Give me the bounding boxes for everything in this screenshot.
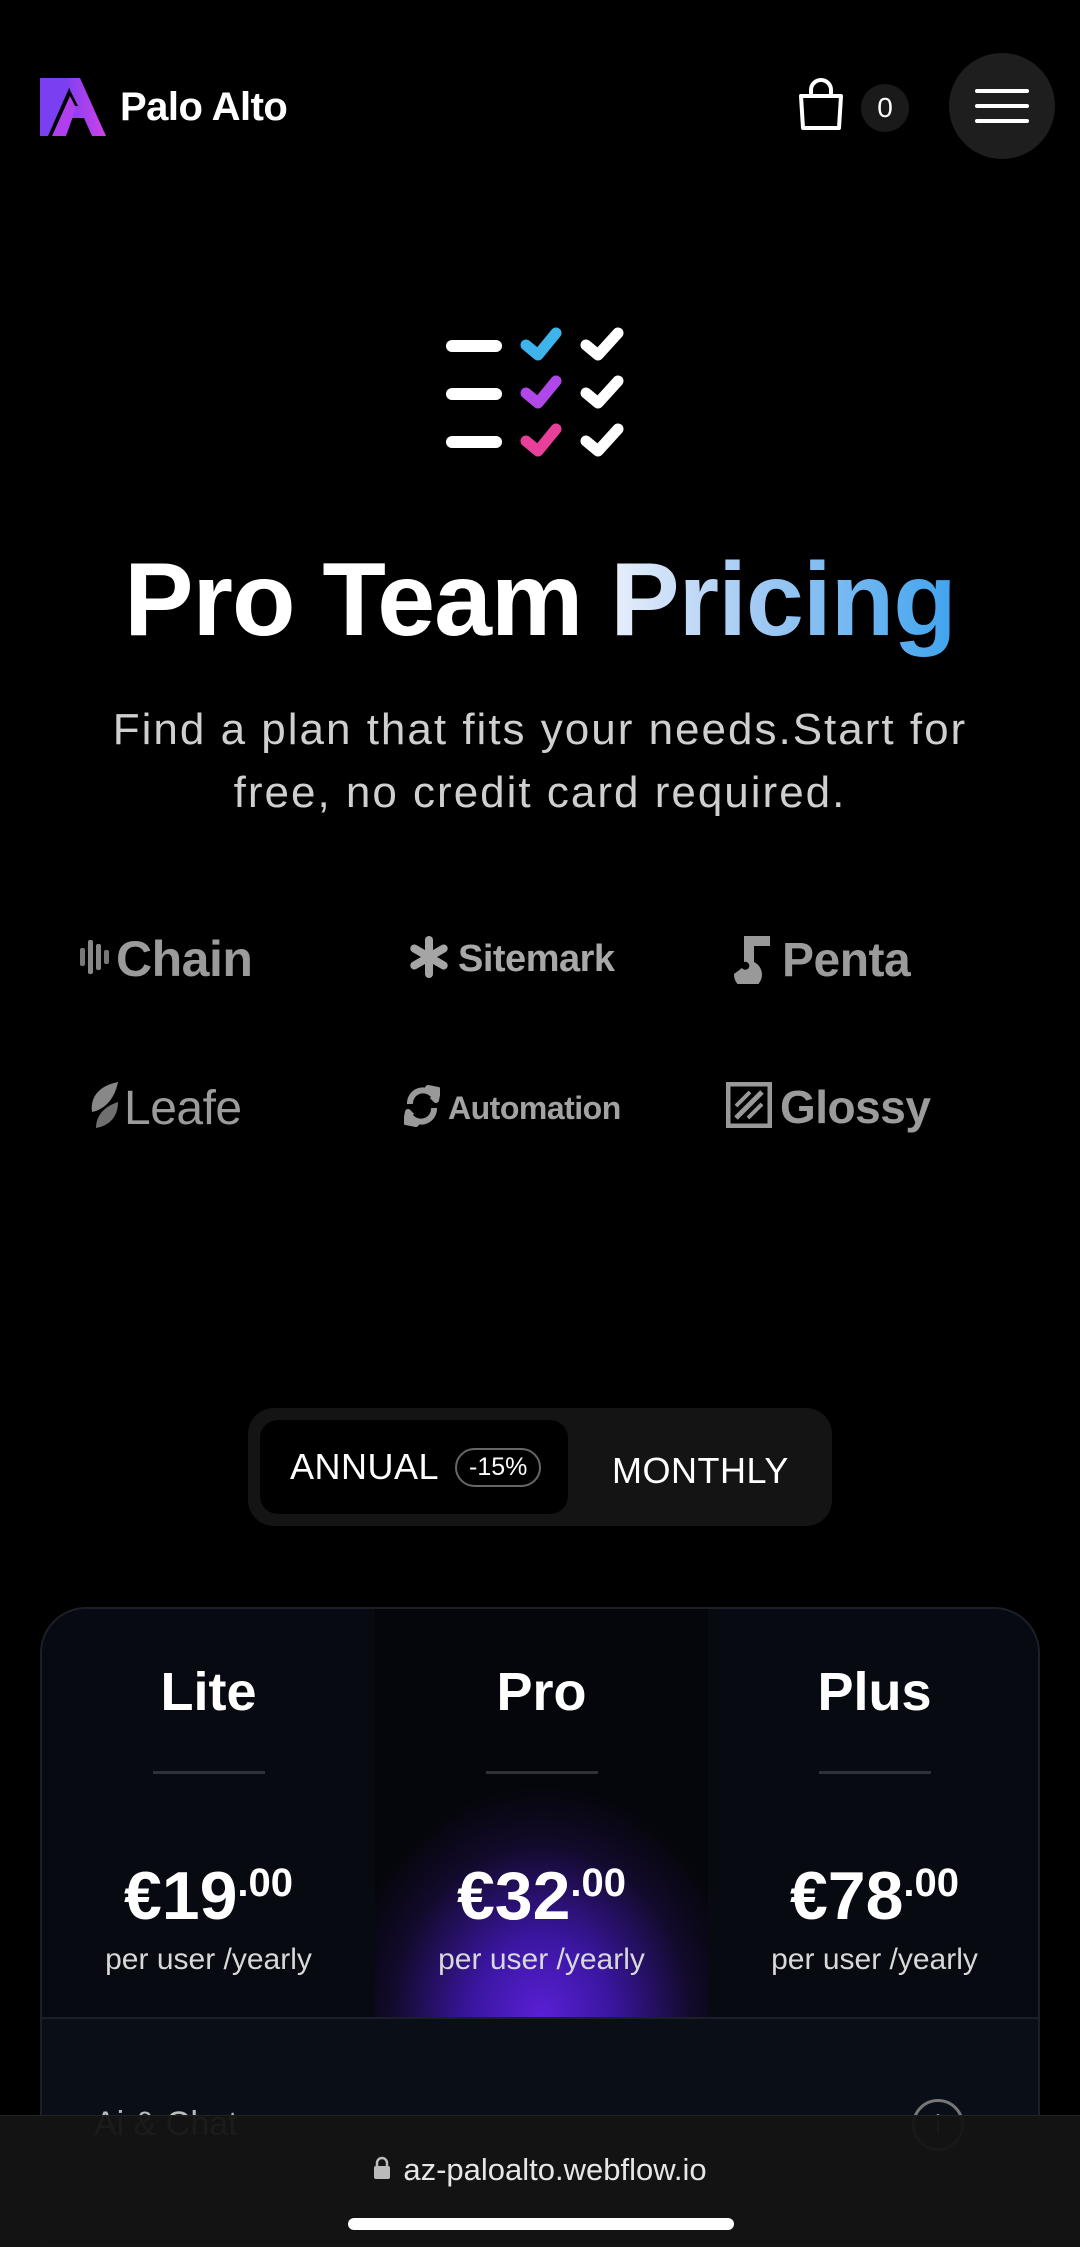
currency-symbol: €	[789, 1858, 828, 1934]
brand-logo-glossy: Glossy	[725, 1080, 931, 1134]
cart-count-badge: 0	[861, 83, 909, 132]
menu-button[interactable]	[949, 53, 1055, 159]
price-cents: .00	[570, 1861, 627, 1905]
billing-toggle: ANNUAL -15% MONTHLY	[248, 1408, 832, 1526]
hamburger-line	[975, 119, 1029, 123]
plan-card-pro[interactable]: Pro €32.00 per user /yearly	[375, 1609, 708, 2017]
page-title-main: Pro Team	[124, 542, 611, 658]
plan-name: Lite	[160, 1662, 257, 1722]
site-header: Palo Alto 0	[0, 0, 1080, 210]
plan-card-lite[interactable]: Lite €19.00 per user /yearly	[42, 1609, 375, 2017]
shopping-bag-icon	[795, 78, 847, 137]
currency-symbol: €	[123, 1858, 162, 1934]
asterisk-icon	[406, 934, 452, 985]
currency-symbol: €	[456, 1858, 495, 1934]
annual-label: ANNUAL	[290, 1446, 440, 1487]
price-amount: 78	[827, 1858, 904, 1934]
price-cents: .00	[903, 1861, 960, 1905]
hamburger-line	[975, 104, 1029, 108]
monthly-billing-option[interactable]: MONTHLY	[612, 1450, 789, 1492]
plan-name: Pro	[496, 1662, 587, 1722]
brand-logo-leafe: Leafe	[88, 1080, 242, 1137]
brand-name: Sitemark	[458, 938, 615, 980]
plan-price: €32.00	[375, 1857, 708, 1935]
brand-name: Automation	[448, 1090, 621, 1126]
plan-period: per user /yearly	[771, 1943, 978, 1976]
price-cents: .00	[237, 1861, 294, 1905]
browser-address-bar: az-paloalto.webflow.io	[0, 2115, 1080, 2247]
brand-name: Leafe	[124, 1082, 242, 1135]
site-logo[interactable]: Palo Alto	[40, 78, 288, 136]
plan-name: Plus	[817, 1662, 932, 1722]
plan-period: per user /yearly	[438, 1943, 645, 1976]
home-indicator[interactable]	[348, 2218, 734, 2230]
url-text: az-paloalto.webflow.io	[403, 2152, 707, 2187]
checklist-icon	[440, 325, 640, 470]
plan-price: €78.00	[708, 1857, 1038, 1935]
brand-name: Penta	[782, 934, 911, 987]
brand-logo-sitemark: Sitemark	[406, 934, 615, 985]
plan-price: €19.00	[42, 1857, 375, 1935]
brand-name: Chain	[116, 931, 253, 987]
glossy-icon	[725, 1081, 773, 1133]
penta-icon	[726, 932, 774, 989]
url-display[interactable]: az-paloalto.webflow.io	[0, 2152, 1080, 2188]
page-title-highlight: Pricing	[610, 542, 957, 658]
page-subtitle: Find a plan that fits your needs.Start f…	[112, 705, 968, 817]
plan-divider	[486, 1771, 598, 1774]
brand-name: Glossy	[780, 1081, 931, 1133]
plan-divider	[153, 1771, 265, 1774]
discount-badge: -15%	[455, 1447, 542, 1487]
cart-button[interactable]: 0	[795, 78, 909, 137]
page-title: Pro Team Pricing	[0, 548, 1080, 652]
plan-card-plus[interactable]: Plus €78.00 per user /yearly	[708, 1609, 1038, 2017]
chain-bars-icon	[78, 934, 112, 985]
brand-logo-automation: Automation	[403, 1084, 621, 1133]
plan-divider	[819, 1771, 931, 1774]
plan-period: per user /yearly	[105, 1943, 312, 1976]
hamburger-menu-icon	[975, 89, 1029, 93]
price-amount: 32	[494, 1858, 571, 1934]
annual-billing-option[interactable]: ANNUAL -15%	[260, 1420, 568, 1514]
price-amount: 19	[161, 1858, 238, 1934]
leaf-icon	[88, 1080, 122, 1137]
brand-logo-penta: Penta	[726, 932, 911, 989]
lock-icon	[373, 2152, 391, 2188]
palo-alto-logo-icon	[40, 78, 108, 136]
logo-text: Palo Alto	[120, 84, 288, 129]
sync-icon	[403, 1084, 441, 1133]
brand-logo-chain: Chain	[78, 930, 253, 988]
